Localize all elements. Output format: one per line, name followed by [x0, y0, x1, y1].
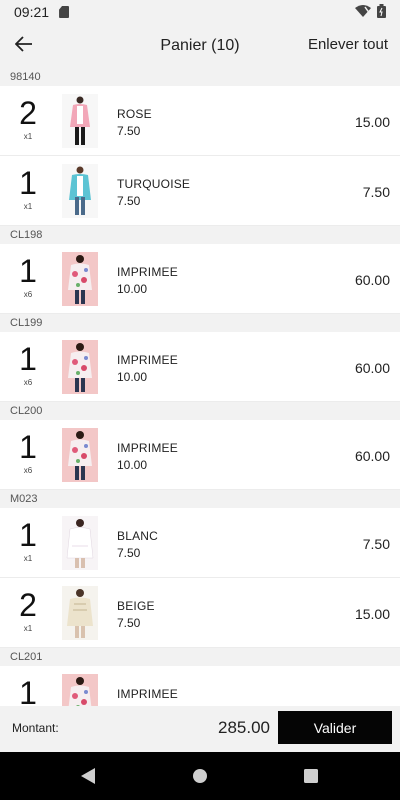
cart-list[interactable]: 98140 2 x1 ROSE 7.50 15.00 1 x1 TURQUOISE 7.50 7.5… — [0, 68, 400, 706]
product-image[interactable] — [62, 340, 98, 394]
group-header: CL199 — [0, 314, 400, 332]
system-nav-bar — [0, 752, 400, 800]
amount-label: Montant: — [12, 721, 59, 735]
group-header: M023 — [0, 490, 400, 508]
product-image[interactable] — [62, 252, 98, 306]
battery-icon — [377, 3, 386, 21]
product-image[interactable] — [62, 428, 98, 482]
quantity[interactable]: 1 x1 — [0, 518, 56, 563]
home-circle-icon[interactable] — [190, 766, 210, 786]
unit-price: 7.50 — [117, 194, 141, 208]
line-total: 60.00 — [354, 272, 390, 288]
quantity[interactable]: 1 — [0, 676, 56, 706]
clear-all-button[interactable]: Enlever tout — [308, 36, 388, 53]
unit-price: 7.50 — [117, 616, 141, 630]
product-name: IMPRIMEE — [117, 265, 178, 279]
quantity-value: 1 — [19, 253, 37, 289]
amount-value: 285.00 — [218, 718, 270, 737]
line-total: 7.50 — [362, 184, 390, 200]
pack-multiplier: x6 — [23, 378, 33, 387]
cart-item[interactable]: 1 x1 BLANC 7.50 7.50 — [0, 508, 400, 578]
product-image[interactable] — [62, 674, 98, 706]
back-triangle-icon[interactable] — [78, 766, 98, 786]
group-header: CL201 — [0, 648, 400, 666]
back-button[interactable] — [10, 32, 38, 60]
cart-item[interactable]: 1 x6 IMPRIMEE 10.00 60.00 — [0, 332, 400, 402]
product-name: TURQUOISE — [117, 177, 191, 191]
product-image[interactable] — [62, 586, 98, 640]
cart-item[interactable]: 2 x1 ROSE 7.50 15.00 — [0, 86, 400, 156]
cart-footer: Montant: 285.00 Valider — [0, 706, 400, 752]
product-name: IMPRIMEE — [117, 687, 178, 701]
quantity-value: 1 — [19, 675, 37, 706]
line-total: 60.00 — [354, 448, 390, 464]
cart-item[interactable]: 2 x1 BEIGE 7.50 15.00 — [0, 578, 400, 648]
pack-multiplier: x1 — [23, 624, 33, 633]
unit-price: 7.50 — [117, 546, 141, 560]
pack-multiplier: x1 — [23, 132, 33, 141]
unit-price: 10.00 — [117, 370, 148, 384]
product-image[interactable] — [62, 94, 98, 148]
cart-item[interactable]: 1 x6 IMPRIMEE 10.00 60.00 — [0, 420, 400, 490]
quantity[interactable]: 1 x1 — [0, 166, 56, 211]
product-name: IMPRIMEE — [117, 441, 178, 455]
app-bar: Panier (10) Enlever tout — [0, 24, 400, 68]
group-header: 98140 — [0, 68, 400, 86]
group-header: CL200 — [0, 402, 400, 420]
quantity-value: 2 — [19, 95, 37, 131]
pack-multiplier: x6 — [23, 290, 33, 299]
line-total: 15.00 — [354, 114, 390, 130]
quantity-value: 1 — [19, 165, 37, 201]
line-total: 15.00 — [354, 606, 390, 622]
product-name: BLANC — [117, 529, 159, 543]
product-name: BEIGE — [117, 599, 155, 613]
line-total: 60.00 — [354, 360, 390, 376]
product-name: IMPRIMEE — [117, 353, 178, 367]
quantity[interactable]: 1 x6 — [0, 254, 56, 299]
pack-multiplier: x1 — [23, 202, 33, 211]
quantity-value: 2 — [19, 587, 37, 623]
quantity-value: 1 — [19, 341, 37, 377]
quantity-value: 1 — [19, 517, 37, 553]
unit-price: 10.00 — [117, 282, 148, 296]
quantity[interactable]: 1 x6 — [0, 430, 56, 475]
recents-square-icon[interactable] — [301, 766, 321, 786]
group-header: CL198 — [0, 226, 400, 244]
cart-item[interactable]: 1 x1 TURQUOISE 7.50 7.50 — [0, 156, 400, 226]
product-name: ROSE — [117, 107, 152, 121]
cart-item[interactable]: 1 IMPRIMEE — [0, 666, 400, 706]
product-image[interactable] — [62, 516, 98, 570]
sd-card-icon — [59, 6, 70, 18]
pack-multiplier: x6 — [23, 466, 33, 475]
validate-button[interactable]: Valider — [278, 711, 392, 744]
status-time: 09:21 — [14, 4, 50, 20]
unit-price: 10.00 — [117, 458, 148, 472]
line-total: 7.50 — [362, 536, 390, 552]
quantity[interactable]: 2 x1 — [0, 588, 56, 633]
pack-multiplier: x1 — [23, 554, 33, 563]
product-image[interactable] — [62, 164, 98, 218]
quantity[interactable]: 2 x1 — [0, 96, 56, 141]
wifi-icon — [355, 4, 371, 20]
quantity-value: 1 — [19, 429, 37, 465]
arrow-left-icon — [14, 35, 33, 57]
cart-item[interactable]: 1 x6 IMPRIMEE 10.00 60.00 — [0, 244, 400, 314]
unit-price: 7.50 — [117, 124, 141, 138]
quantity[interactable]: 1 x6 — [0, 342, 56, 387]
status-bar: 09:21 — [0, 0, 400, 24]
